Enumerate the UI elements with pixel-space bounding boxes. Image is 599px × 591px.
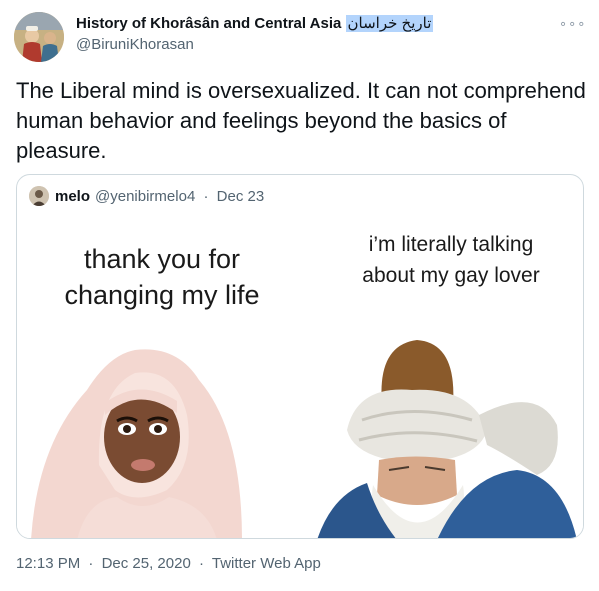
tweet-source[interactable]: Twitter Web App	[212, 555, 321, 572]
meme-right-caption-line2: about my gay lover	[362, 264, 540, 287]
author-display-name[interactable]: History of Khorâsân and Central Asia تار…	[76, 14, 434, 32]
meme-right-caption: i’m literally talking about my gay lover	[317, 229, 583, 291]
author-row: History of Khorâsân and Central Asia تار…	[14, 12, 585, 62]
timestamp-separator-2: ·	[198, 555, 204, 572]
meme-left-caption-line2: changing my life	[64, 280, 260, 310]
quoted-date: Dec 23	[216, 187, 265, 205]
quoted-meme-image[interactable]: thank you for changing my life i’m liter…	[17, 215, 583, 538]
quoted-display-name: melo	[55, 187, 91, 205]
author-display-name-text: History of Khorâsân and Central Asia	[76, 15, 342, 32]
quoted-avatar	[29, 186, 49, 206]
tweet-text: The Liberal mind is oversexualized. It c…	[16, 78, 586, 163]
quoted-tweet-card[interactable]: melo @yenibirmelo4 · Dec 23 thank you fo…	[16, 174, 584, 539]
quoted-handle: @yenibirmelo4	[95, 187, 196, 205]
tweet-time[interactable]: 12:13 PM	[16, 555, 80, 572]
tweet-timestamp-row: 12:13 PM · Dec 25, 2020 · Twitter Web Ap…	[16, 555, 325, 572]
tweet: History of Khorâsân and Central Asia تار…	[0, 0, 599, 591]
quoted-separator: ·	[203, 187, 209, 205]
author-display-name-arabic: تاریخ خراسان	[345, 15, 434, 32]
meme-left-caption-line1: thank you for	[83, 244, 241, 274]
author-names: History of Khorâsân and Central Asia تار…	[76, 14, 434, 53]
quoted-meta: @yenibirmelo4 · Dec 23	[95, 188, 268, 205]
more-dots-icon[interactable]: ∘∘∘	[559, 16, 585, 32]
author-handle[interactable]: @BiruniKhorasan	[76, 36, 433, 53]
tweet-date[interactable]: Dec 25, 2020	[102, 555, 191, 572]
meme-right-caption-line1: i’m literally talking	[368, 233, 534, 256]
author-avatar[interactable]	[14, 12, 64, 62]
quoted-tweet-header: melo @yenibirmelo4 · Dec 23	[29, 185, 268, 207]
meme-left-caption: thank you for changing my life	[17, 241, 307, 313]
timestamp-separator-1: ·	[88, 555, 94, 572]
